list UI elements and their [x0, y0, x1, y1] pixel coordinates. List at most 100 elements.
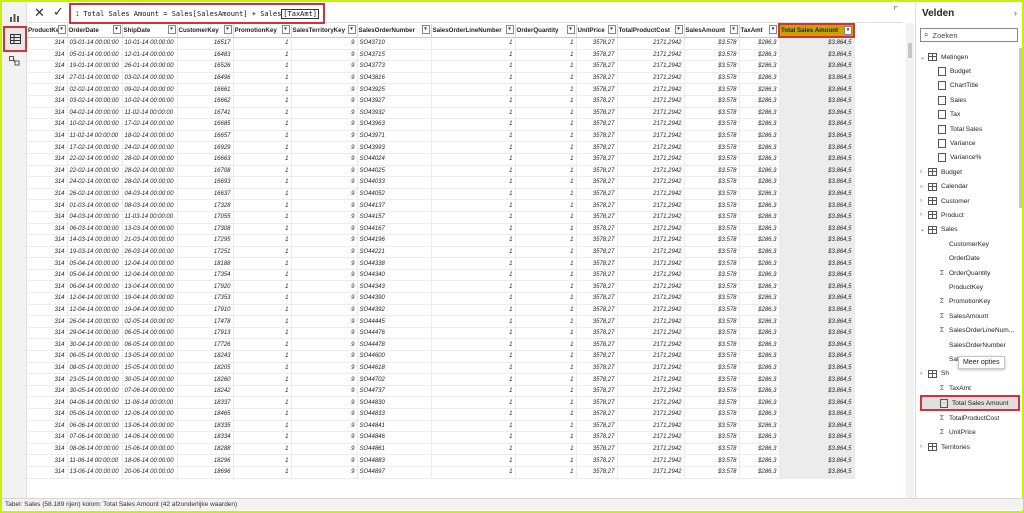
- table-cell[interactable]: 9: [291, 350, 358, 363]
- field-item[interactable]: ChartTitle: [920, 79, 1020, 93]
- table-cell[interactable]: 16517: [177, 37, 234, 50]
- table-cell[interactable]: 3578,27: [576, 246, 618, 259]
- table-cell[interactable]: 1: [233, 223, 292, 236]
- table-cell[interactable]: 17910: [177, 304, 234, 317]
- table-cell[interactable]: 1: [431, 338, 516, 352]
- table-cell[interactable]: 1: [431, 396, 516, 409]
- table-cell[interactable]: $3.864,5: [779, 304, 855, 317]
- table-cell[interactable]: 2171,2942: [617, 223, 685, 236]
- table-cell[interactable]: 18335: [177, 420, 234, 433]
- cancel-formula-icon[interactable]: ✕: [34, 5, 45, 21]
- table-cell[interactable]: 3578,27: [576, 385, 618, 398]
- table-cell[interactable]: $286,3: [739, 315, 780, 328]
- table-cell[interactable]: 1: [431, 107, 516, 120]
- table-cell[interactable]: 1: [233, 327, 292, 340]
- table-cell[interactable]: 17-02-14 00:00:00: [122, 118, 178, 131]
- table-cell[interactable]: SO43773: [357, 60, 432, 73]
- field-item[interactable]: ⌄ Sales: [920, 223, 1020, 237]
- table-cell[interactable]: SO44846: [357, 431, 432, 444]
- table-cell[interactable]: 9: [291, 420, 358, 433]
- field-item[interactable]: › Product: [920, 208, 1020, 222]
- column-header[interactable]: ShipDate ▾: [122, 24, 178, 38]
- table-cell[interactable]: $3.864,5: [779, 385, 855, 398]
- table-cell[interactable]: 1: [515, 95, 577, 108]
- table-cell[interactable]: $3.864,5: [779, 118, 855, 131]
- table-cell[interactable]: 16741: [177, 107, 234, 120]
- table-cell[interactable]: $3.864,5: [779, 420, 855, 433]
- table-cell[interactable]: $3.864,5: [779, 83, 855, 96]
- table-cell[interactable]: 9: [291, 141, 358, 154]
- table-cell[interactable]: $3.864,5: [779, 246, 855, 259]
- table-cell[interactable]: 30-05-14 00:00:00: [122, 373, 178, 386]
- table-cell[interactable]: 9: [291, 83, 358, 96]
- table-cell[interactable]: 3578,27: [576, 211, 618, 224]
- table-cell[interactable]: $3.578: [684, 443, 740, 456]
- table-row[interactable]: 314 06-04-14 00:00:00 13-04-14 00:00:00 179…: [27, 280, 855, 294]
- table-cell[interactable]: 9: [291, 95, 358, 108]
- table-cell[interactable]: 1: [431, 165, 516, 178]
- field-item[interactable]: Total Sales Amount: [920, 395, 1020, 412]
- table-cell[interactable]: 9: [291, 60, 358, 73]
- field-item[interactable]: SalesOrderNumber: [920, 338, 1020, 352]
- table-cell[interactable]: 9: [291, 165, 358, 178]
- table-cell[interactable]: $3.864,5: [779, 37, 855, 50]
- table-row[interactable]: 314 27-01-14 00:00:00 03-02-14 00:00:00 164…: [27, 72, 855, 85]
- table-cell[interactable]: 1: [515, 466, 577, 479]
- table-cell[interactable]: 314: [27, 95, 68, 108]
- table-cell[interactable]: 3578,27: [576, 338, 618, 352]
- table-cell[interactable]: 16685: [177, 118, 234, 131]
- table-cell[interactable]: 05-06-14 00:00:00: [67, 408, 123, 421]
- table-cell[interactable]: $286,3: [739, 396, 780, 409]
- table-cell[interactable]: 3578,27: [576, 350, 618, 363]
- table-cell[interactable]: 2171,2942: [617, 420, 685, 433]
- chevron-right-icon[interactable]: ›: [920, 198, 928, 204]
- table-cell[interactable]: 18288: [177, 443, 234, 456]
- table-cell[interactable]: 1: [233, 292, 292, 305]
- table-cell[interactable]: $286,3: [739, 431, 780, 444]
- table-cell[interactable]: 3578,27: [576, 223, 618, 236]
- table-cell[interactable]: 1: [515, 199, 577, 212]
- table-cell[interactable]: 18334: [177, 431, 234, 444]
- table-cell[interactable]: 2171,2942: [617, 373, 685, 386]
- table-cell[interactable]: 3578,27: [576, 107, 618, 120]
- table-cell[interactable]: SO44833: [357, 408, 432, 421]
- table-cell[interactable]: 16708: [177, 165, 234, 178]
- column-header[interactable]: SalesTerritoryKey ▾: [291, 24, 358, 38]
- table-row[interactable]: 314 29-04-14 00:00:00 06-05-14 00:00:00 179…: [27, 327, 855, 340]
- table-cell[interactable]: $286,3: [739, 373, 780, 386]
- table-cell[interactable]: 314: [27, 292, 68, 305]
- table-cell[interactable]: 314: [27, 373, 68, 386]
- table-cell[interactable]: 2171,2942: [617, 338, 685, 352]
- table-cell[interactable]: 1: [431, 37, 516, 50]
- table-cell[interactable]: 18337: [177, 396, 234, 409]
- table-cell[interactable]: $3.578: [684, 315, 740, 328]
- table-cell[interactable]: 1: [515, 49, 577, 62]
- table-cell[interactable]: 314: [27, 72, 68, 85]
- table-cell[interactable]: 1: [233, 118, 292, 131]
- table-cell[interactable]: 314: [27, 362, 68, 375]
- table-cell[interactable]: 314: [27, 338, 68, 352]
- field-item[interactable]: Σ OrderQuantity: [920, 266, 1020, 280]
- table-cell[interactable]: $3.864,5: [779, 257, 855, 270]
- table-cell[interactable]: 1: [431, 280, 516, 294]
- table-cell[interactable]: 17-02-14 00:00:00: [67, 141, 123, 154]
- table-cell[interactable]: 1: [233, 199, 292, 212]
- table-cell[interactable]: 1: [233, 373, 292, 386]
- table-cell[interactable]: 23-05-14 00:00:00: [67, 373, 123, 386]
- table-cell[interactable]: 9: [291, 280, 358, 294]
- table-cell[interactable]: 1: [233, 107, 292, 120]
- table-cell[interactable]: 9: [291, 188, 358, 201]
- table-cell[interactable]: 9: [291, 292, 358, 305]
- table-cell[interactable]: SO44737: [357, 385, 432, 398]
- table-row[interactable]: 314 02-02-14 00:00:00 09-02-14 00:00:00 166…: [27, 83, 855, 96]
- table-cell[interactable]: 3578,27: [576, 95, 618, 108]
- table-cell[interactable]: 14-06-14 00:00:00: [122, 431, 178, 444]
- table-cell[interactable]: 05-04-14 00:00:00: [67, 269, 123, 282]
- table-cell[interactable]: 1: [515, 443, 577, 456]
- table-cell[interactable]: 11-06-14 00:00:00: [67, 454, 123, 467]
- table-cell[interactable]: 314: [27, 223, 68, 236]
- column-header[interactable]: PromotionKey ▾: [233, 24, 292, 38]
- table-cell[interactable]: $286,3: [739, 420, 780, 433]
- chevron-right-icon[interactable]: ›: [920, 169, 928, 175]
- table-cell[interactable]: 3578,27: [576, 466, 618, 479]
